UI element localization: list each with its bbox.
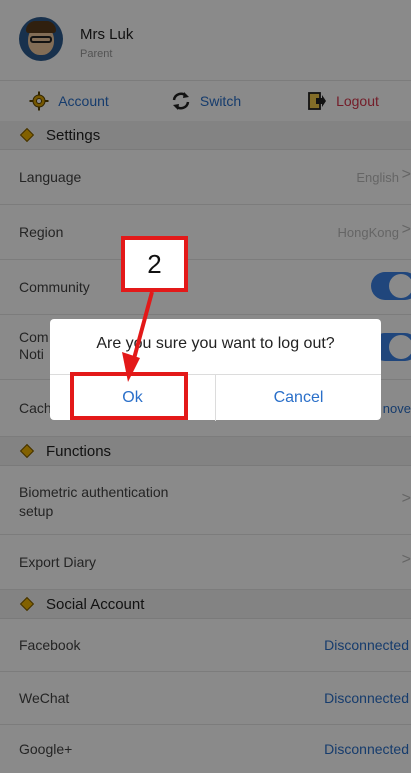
annotation-step-label: 2 [121, 236, 188, 292]
cancel-button[interactable]: Cancel [216, 375, 381, 421]
annotation-highlight-box [70, 372, 188, 420]
dialog-message: Are you sure you want to log out? [96, 335, 335, 352]
